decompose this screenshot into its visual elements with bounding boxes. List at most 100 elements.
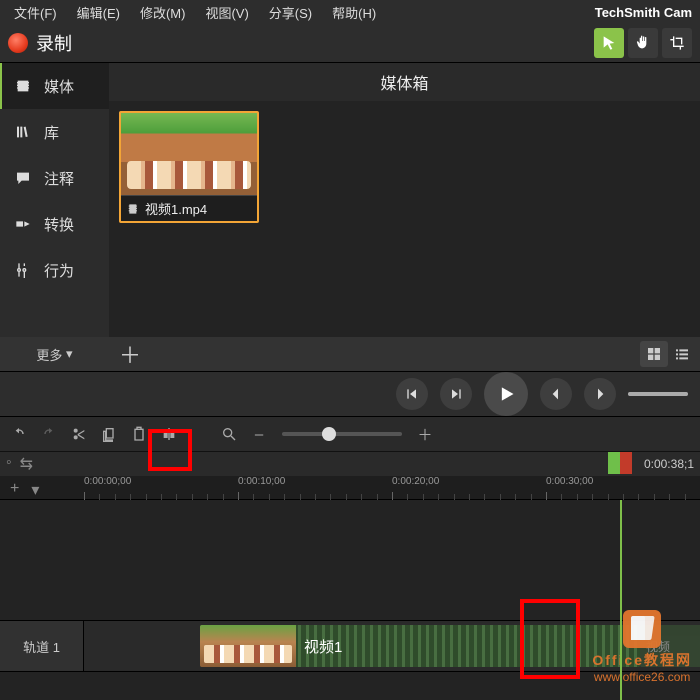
menu-share[interactable]: 分享(S) [259, 1, 322, 24]
add-media-button[interactable]: ＋ [113, 337, 147, 371]
top-panels: 媒体 库 注释 转换 行为 更多 ▾ 媒体箱 视频 [0, 62, 700, 372]
split-button[interactable] [154, 419, 184, 449]
hand-icon [635, 35, 651, 51]
menu-modify[interactable]: 修改(M) [130, 1, 196, 24]
tab-behaviors-label: 行为 [44, 260, 74, 281]
time-ruler[interactable]: + ▾ 0:00:00;00 0:00:10;00 0:00:20;00 0:00:3… [0, 476, 700, 500]
redo-icon [41, 426, 57, 442]
tab-library[interactable]: 库 [0, 109, 109, 155]
menu-view[interactable]: 视图(V) [195, 1, 258, 24]
pan-button[interactable] [628, 28, 658, 58]
menu-help[interactable]: 帮助(H) [322, 1, 386, 24]
zoom-out-button[interactable]: – [244, 419, 274, 449]
record-button[interactable]: 录制 [8, 30, 72, 56]
playhead[interactable] [620, 500, 622, 700]
tab-transitions-label: 转换 [44, 214, 74, 235]
media-footer: ＋ [109, 337, 700, 371]
zoom-handle[interactable] [322, 427, 336, 441]
crop-button[interactable] [662, 28, 692, 58]
play-icon [496, 384, 516, 404]
menu-file[interactable]: 文件(F) [4, 1, 67, 24]
record-dot-icon [8, 33, 28, 53]
zoom-slider[interactable] [282, 432, 402, 436]
ruler-tick: 0:00:20;00 [392, 476, 439, 487]
ruler-tick: 0:00:00;00 [84, 476, 131, 487]
track-1[interactable]: 轨道 1 视频1 视频 [0, 620, 700, 672]
time-header: ◦ ⇆ 0:00:38;1 [0, 452, 700, 476]
step-forward-icon [448, 386, 464, 402]
clip-thumbnail [121, 113, 257, 195]
timeline-clip-ghost[interactable]: 视频 [640, 625, 700, 667]
tab-annotations-label: 注释 [44, 168, 74, 189]
tab-media[interactable]: 媒体 [0, 63, 109, 109]
tab-media-label: 媒体 [44, 76, 74, 97]
next-button[interactable] [584, 378, 616, 410]
track-add-icon[interactable]: ◦ [6, 454, 12, 474]
edit-toolbar: – ＋ [0, 416, 700, 452]
marker-start[interactable] [608, 452, 620, 474]
track-toggle-icon[interactable]: ⇆ [20, 454, 33, 474]
chevron-left-icon [548, 386, 564, 402]
transition-icon [12, 216, 34, 232]
record-label: 录制 [36, 30, 72, 56]
tab-behaviors[interactable]: 行为 [0, 247, 109, 293]
clip-caption: 视频1.mp4 [145, 199, 207, 218]
copy-icon [101, 426, 117, 442]
volume-slider[interactable] [628, 392, 688, 396]
copy-button[interactable] [94, 419, 124, 449]
list-icon [674, 346, 690, 362]
track-header[interactable]: 轨道 1 [0, 621, 84, 671]
play-button[interactable] [484, 372, 528, 416]
media-clip[interactable]: 视频1.mp4 [119, 111, 259, 223]
playback-controls [0, 372, 700, 416]
media-bin[interactable]: 视频1.mp4 [109, 101, 700, 337]
timeline-clip[interactable]: 视频1 [200, 625, 640, 667]
timeline-clip-label: 视频1 [296, 636, 342, 657]
grid-view-button[interactable] [640, 341, 668, 367]
step-back-button[interactable] [396, 378, 428, 410]
timecode: 0:00:38;1 [644, 457, 694, 471]
paste-button[interactable] [124, 419, 154, 449]
record-bar: 录制 [0, 24, 700, 62]
list-view-button[interactable] [668, 341, 696, 367]
zoom-fit-button[interactable] [214, 419, 244, 449]
track-plus-icon[interactable]: + [10, 480, 19, 500]
scissors-icon [71, 426, 87, 442]
crop-icon [669, 35, 685, 51]
cursor-icon [601, 35, 617, 51]
grid-icon [646, 346, 662, 362]
prev-button[interactable] [540, 378, 572, 410]
zoom-in-button[interactable]: ＋ [410, 419, 440, 449]
tab-transitions[interactable]: 转换 [0, 201, 109, 247]
media-header: 媒体箱 [109, 63, 700, 101]
watermark-line2: www.office26.com [594, 670, 691, 684]
tab-more[interactable]: 更多 ▾ [0, 337, 109, 371]
timeline-clip-waveform [296, 625, 640, 667]
ruler-tick: 0:00:30;00 [546, 476, 593, 487]
side-tabs: 媒体 库 注释 转换 行为 更多 ▾ [0, 63, 109, 371]
ruler-tick: 0:00:10;00 [238, 476, 285, 487]
redo-button[interactable] [34, 419, 64, 449]
edit-cursor-button[interactable] [594, 28, 624, 58]
tab-library-label: 库 [44, 122, 59, 143]
filmstrip-icon [12, 78, 34, 94]
cut-button[interactable] [64, 419, 94, 449]
tab-more-label: 更多 [36, 345, 62, 364]
speech-bubble-icon [12, 170, 34, 186]
timeline-clip-thumb [200, 625, 296, 667]
undo-button[interactable] [4, 419, 34, 449]
step-back-icon [404, 386, 420, 402]
track-disclosure-icon[interactable]: ▾ [31, 480, 39, 500]
step-forward-button[interactable] [440, 378, 472, 410]
marker-end[interactable] [620, 452, 632, 474]
track-area: 轨道 1 视频1 视频 Office教程网 www.office26.com [0, 500, 700, 700]
books-icon [12, 124, 34, 140]
tab-annotations[interactable]: 注释 [0, 155, 109, 201]
split-icon [161, 426, 177, 442]
menu-bar: 文件(F) 编辑(E) 修改(M) 视图(V) 分享(S) 帮助(H) Tech… [0, 0, 700, 24]
menu-edit[interactable]: 编辑(E) [67, 1, 130, 24]
paste-icon [131, 426, 147, 442]
chevron-right-icon [592, 386, 608, 402]
magnifier-icon [221, 426, 237, 442]
video-file-icon [127, 202, 141, 216]
